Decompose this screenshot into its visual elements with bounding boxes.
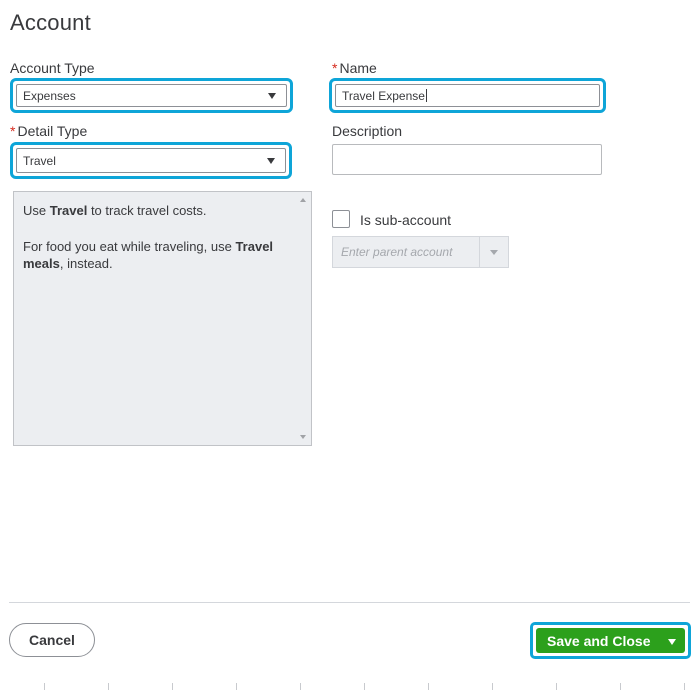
name-value: Travel Expense — [342, 88, 425, 103]
required-mark: * — [332, 60, 338, 76]
chevron-down-icon[interactable] — [668, 639, 676, 645]
required-mark: * — [10, 123, 16, 139]
dialog-title: Account — [10, 10, 91, 35]
description-scrollbar[interactable] — [295, 192, 311, 445]
chevron-down-icon — [490, 250, 498, 255]
account-type-label: Account Type — [10, 60, 95, 76]
parent-account-select: Enter parent account — [332, 236, 509, 268]
sub-account-label: Is sub-account — [360, 212, 452, 228]
account-type-value: Expenses — [23, 88, 76, 103]
detail-type-select[interactable]: Travel — [10, 142, 292, 179]
footer-divider — [9, 602, 690, 603]
detail-type-label: * Detail Type — [10, 123, 87, 139]
scroll-down-arrow-icon[interactable] — [300, 435, 306, 439]
cancel-button[interactable]: Cancel — [9, 623, 95, 657]
detail-type-description-panel: Use Travel to track travel costs. For fo… — [13, 191, 312, 446]
text-cursor — [425, 89, 427, 102]
detail-type-description-text: Use Travel to track travel costs. For fo… — [23, 203, 274, 271]
chevron-down-icon — [268, 92, 276, 99]
parent-select-divider — [479, 237, 480, 267]
sub-account-checkbox[interactable] — [332, 210, 350, 228]
name-input[interactable]: Travel Expense — [329, 78, 606, 113]
name-label: * Name — [332, 60, 377, 76]
save-and-close-button[interactable]: Save and Close — [530, 622, 691, 659]
account-type-select[interactable]: Expenses — [10, 78, 293, 113]
bottom-ruler — [0, 683, 696, 691]
detail-type-label-text: Detail Type — [17, 123, 88, 139]
parent-account-placeholder: Enter parent account — [341, 245, 453, 259]
scroll-up-arrow-icon[interactable] — [300, 198, 306, 202]
chevron-down-icon — [267, 157, 275, 164]
name-label-text: Name — [339, 60, 377, 76]
save-button-body[interactable]: Save and Close — [536, 628, 685, 653]
description-label: Description — [332, 123, 403, 139]
save-and-close-label: Save and Close — [547, 633, 651, 649]
detail-type-value: Travel — [23, 153, 56, 168]
description-input[interactable] — [332, 144, 602, 175]
